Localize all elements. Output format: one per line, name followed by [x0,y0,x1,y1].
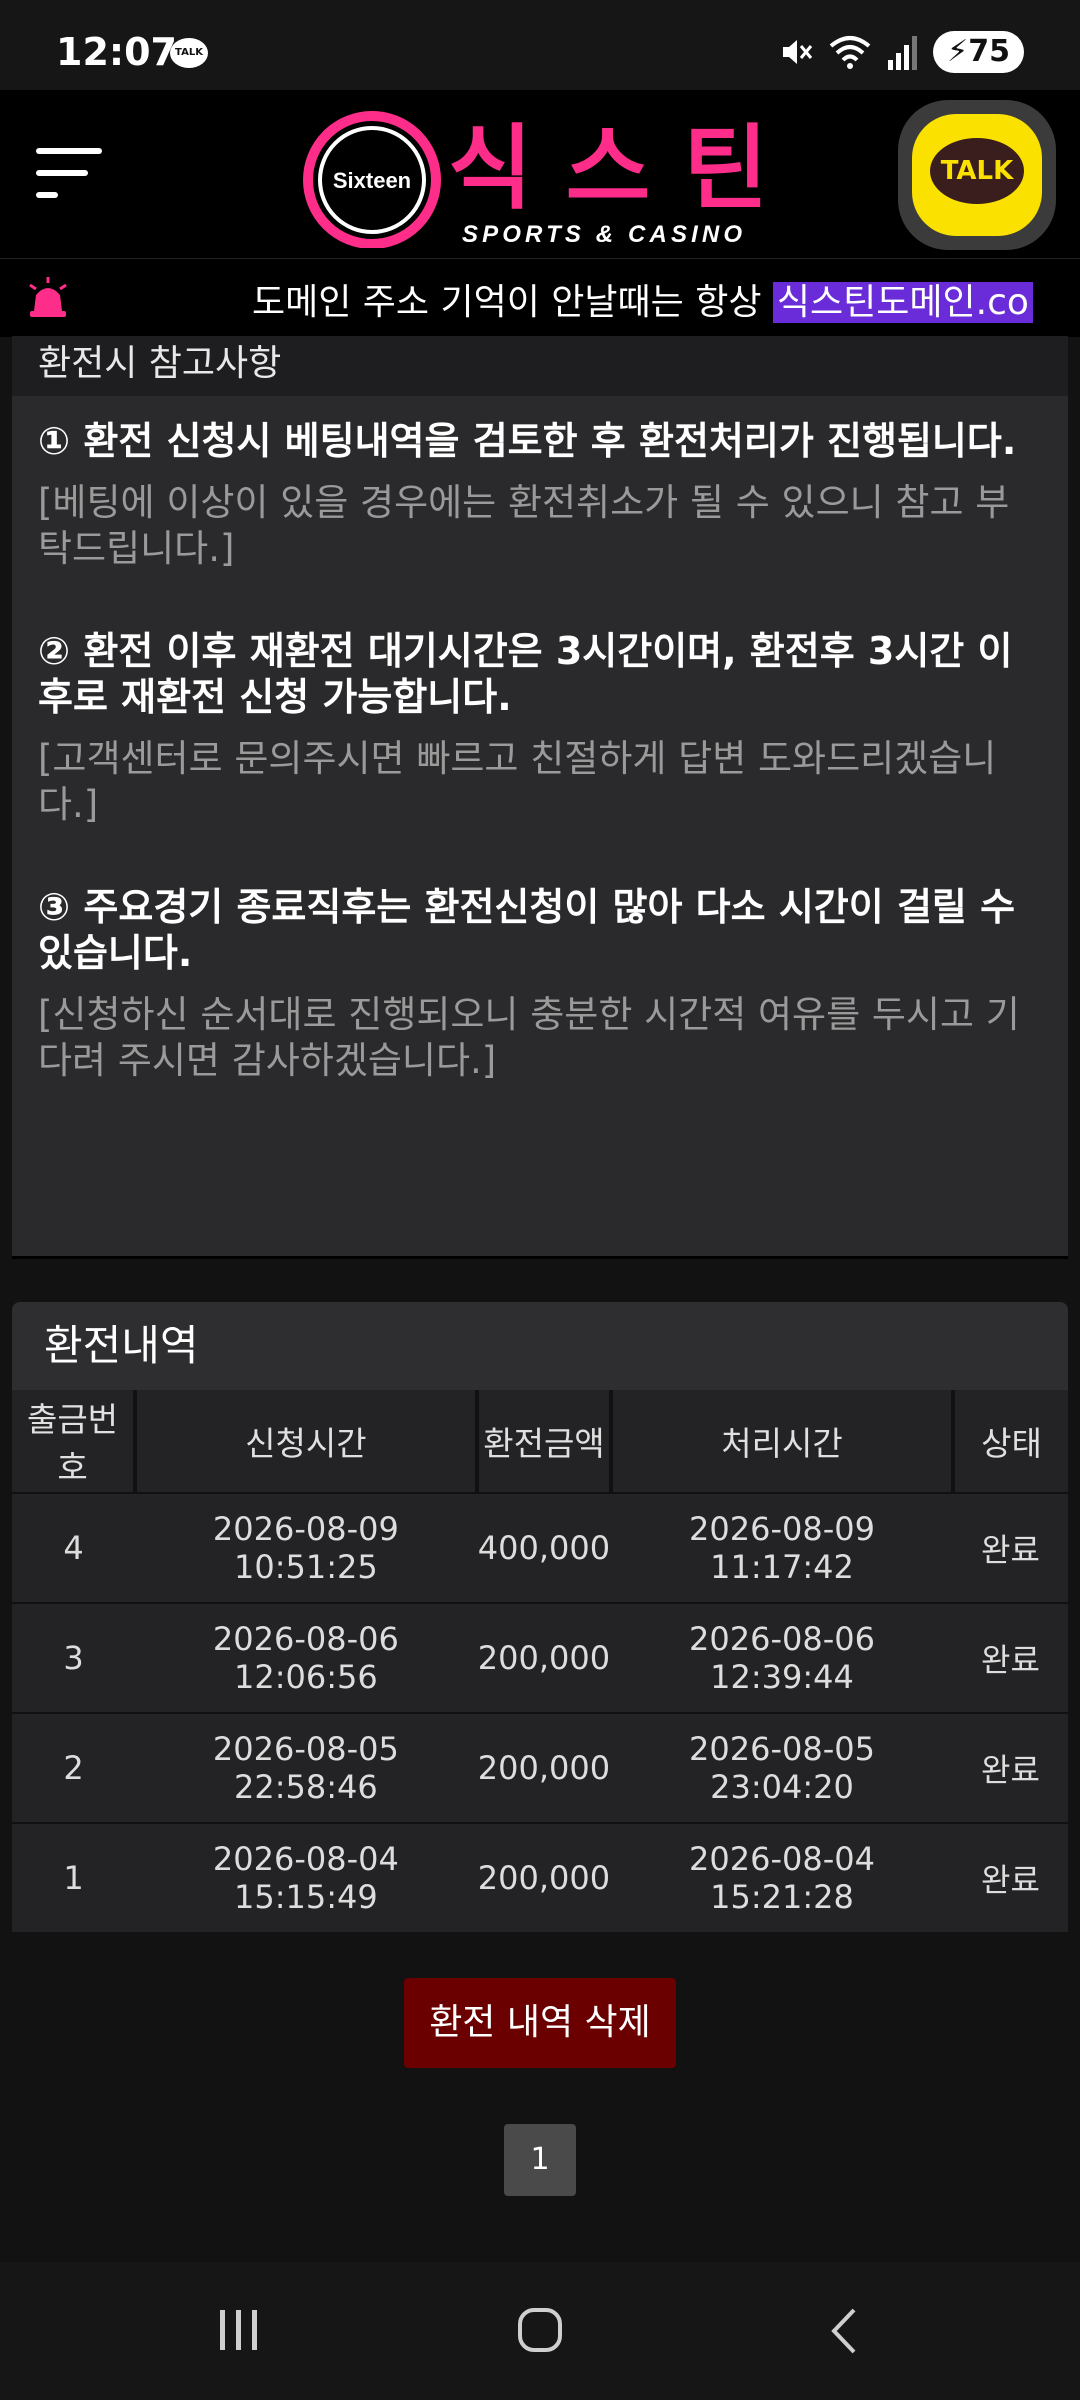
column-header-id: 출금번호 [12,1390,137,1493]
table-header-row: 출금번호 신청시간 환전금액 처리시간 상태 [12,1390,1068,1493]
table-row: 1 2026-08-04 15:15:49 200,000 2026-08-04… [12,1822,1068,1932]
notice-item-subtext: [베팅에 이상이 있을 경우에는 환전취소가 될 수 있으니 참고 부탁드립니다… [38,481,1010,570]
cell-processed-time: 2026-08-05 23:04:20 [611,1712,953,1823]
back-icon[interactable] [824,2306,864,2356]
signal-icon [888,36,918,70]
cell-processed-time: 2026-08-09 11:17:42 [611,1492,953,1603]
kakao-talk-button[interactable]: TALK [898,100,1056,250]
column-header-status: 상태 [952,1390,1068,1493]
withdrawal-history-panel: 환전내역 출금번호 신청시간 환전금액 처리시간 상태 4 2026-08-09… [12,1302,1068,1932]
status-time: 12:07 [56,30,177,74]
delete-history-button[interactable]: 환전 내역 삭제 [404,1978,676,2068]
cell-id: 2 [12,1712,135,1823]
cell-id: 1 [12,1822,135,1932]
svg-text:SPORTS & CASINO: SPORTS & CASINO [462,221,742,248]
cell-status: 완료 [952,1602,1068,1713]
notice-item-subtext: [고객센터로 문의주시면 빠르고 친절하게 답변 도와드리겠습니다.] [38,737,997,826]
kakao-talk-label: TALK [930,138,1024,204]
cell-processed-time: 2026-08-06 12:39:44 [611,1602,953,1713]
wifi-icon [829,36,871,69]
table-row: 2 2026-08-05 22:58:46 200,000 2026-08-05… [12,1712,1068,1823]
cell-amount: 200,000 [476,1822,612,1932]
svg-text:Sixteen: Sixteen [333,168,411,193]
withdrawal-notice: 환전시 참고사항 ① 환전 신청시 베팅내역을 검토한 후 환전처리가 진행됩니… [12,336,1068,1259]
cell-request-time: 2026-08-06 12:06:56 [135,1602,477,1713]
recent-apps-icon[interactable] [214,2308,264,2352]
ticker-text: 도메인 주소 기억이 안날때는 항상 식스틴도메인.co [252,273,1033,325]
table-row: 3 2026-08-06 12:06:56 200,000 2026-08-06… [12,1602,1068,1713]
kakao-notification-icon: TALK [170,38,208,68]
notice-item-title: ② 환전 이후 재환전 대기시간은 3시간이며, 환전후 3시간 이후로 재환전… [38,629,1013,719]
cell-amount: 200,000 [476,1712,612,1823]
column-header-processed-time: 처리시간 [611,1390,955,1493]
system-navigation-bar [0,2262,1080,2400]
cell-request-time: 2026-08-04 15:15:49 [135,1822,477,1932]
cell-id: 4 [12,1492,135,1603]
svg-text:식스틴: 식스틴 [448,115,768,222]
table-row: 4 2026-08-09 10:51:25 400,000 2026-08-09… [12,1492,1068,1603]
battery-level: 75 [968,34,1010,69]
column-header-request-time: 신청시간 [135,1390,479,1493]
domain-link[interactable]: 식스틴도메인.co [772,282,1033,323]
cell-status: 완료 [952,1712,1068,1823]
cell-request-time: 2026-08-05 22:58:46 [135,1712,477,1823]
status-icons: ⚡75 [777,30,1024,74]
cell-processed-time: 2026-08-04 15:21:28 [611,1822,953,1932]
notice-ticker: 도메인 주소 기억이 안날때는 항상 식스틴도메인.co [0,258,1080,337]
cell-amount: 200,000 [476,1602,612,1713]
site-header: Sixteen 식스틴 SPORTS & CASINO TALK [0,90,1080,258]
cell-amount: 400,000 [476,1492,612,1603]
notice-item-subtext: [신청하신 순서대로 진행되오니 충분한 시간적 여유를 두시고 기다려 주시면… [38,993,1020,1082]
history-title: 환전내역 [12,1302,1068,1390]
column-header-amount: 환전금액 [476,1390,614,1493]
battery-indicator: ⚡75 [933,31,1024,73]
pagination-page-button[interactable]: 1 [504,2124,576,2196]
hamburger-menu-icon[interactable] [36,142,106,202]
ticker-message: 도메인 주소 기억이 안날때는 항상 [252,282,773,323]
home-icon[interactable] [516,2306,564,2354]
cell-status: 완료 [952,1492,1068,1603]
notice-item-title: ③ 주요경기 종료직후는 환전신청이 많아 다소 시간이 걸릴 수 있습니다. [38,885,1016,975]
notice-body: ① 환전 신청시 베팅내역을 검토한 후 환전처리가 진행됩니다. [베팅에 이… [12,396,1068,1084]
cell-request-time: 2026-08-09 10:51:25 [135,1492,477,1603]
notice-header: 환전시 참고사항 [12,336,1068,396]
status-bar: 12:07 TALK ⚡75 [0,0,1080,90]
cell-status: 완료 [952,1822,1068,1932]
siren-icon [29,277,67,317]
site-logo[interactable]: Sixteen 식스틴 SPORTS & CASINO [300,108,780,248]
history-table: 출금번호 신청시간 환전금액 처리시간 상태 4 2026-08-09 10:5… [12,1390,1068,1932]
mute-icon [783,40,813,64]
cell-id: 3 [12,1602,135,1713]
kakao-talk-icon: TALK [912,114,1042,236]
notice-item-title: ① 환전 신청시 베팅내역을 검토한 후 환전처리가 진행됩니다. [38,419,1017,463]
